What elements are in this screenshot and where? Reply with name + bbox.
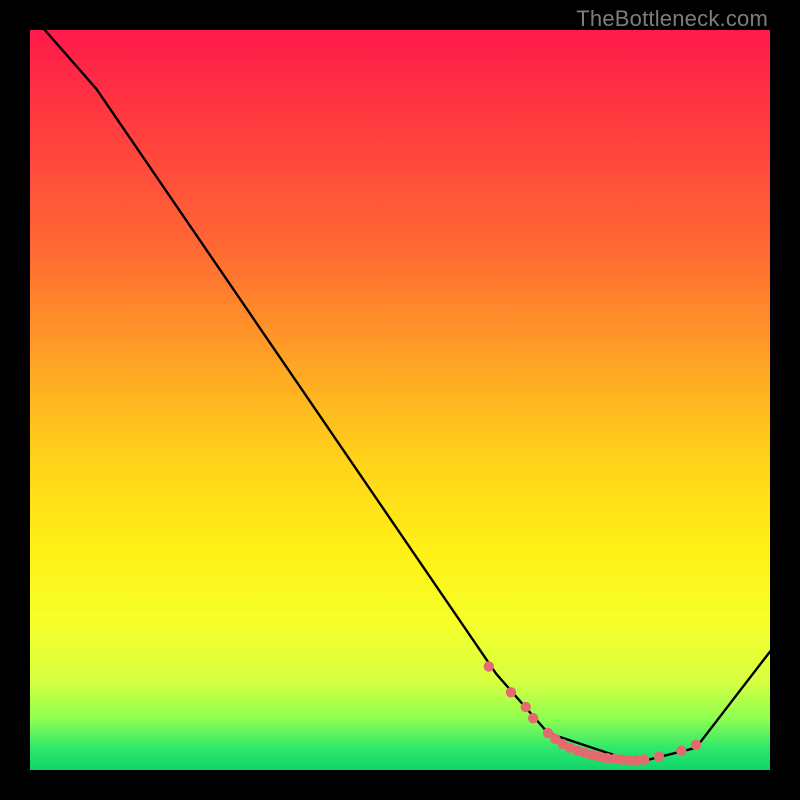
marker-dot bbox=[521, 702, 531, 712]
marker-dot bbox=[484, 661, 494, 671]
plot-area bbox=[30, 30, 770, 770]
marker-dot bbox=[528, 713, 538, 723]
marker-dot bbox=[639, 754, 649, 764]
watermark-text: TheBottleneck.com bbox=[576, 6, 768, 32]
marker-dot bbox=[506, 687, 516, 697]
chart-overlay bbox=[30, 30, 770, 770]
marker-dot bbox=[691, 740, 701, 750]
chart-stage: TheBottleneck.com bbox=[0, 0, 800, 800]
marker-dot bbox=[676, 746, 686, 756]
bottleneck-curve bbox=[45, 30, 770, 763]
marker-dot bbox=[654, 752, 664, 762]
marker-dots bbox=[484, 661, 702, 765]
